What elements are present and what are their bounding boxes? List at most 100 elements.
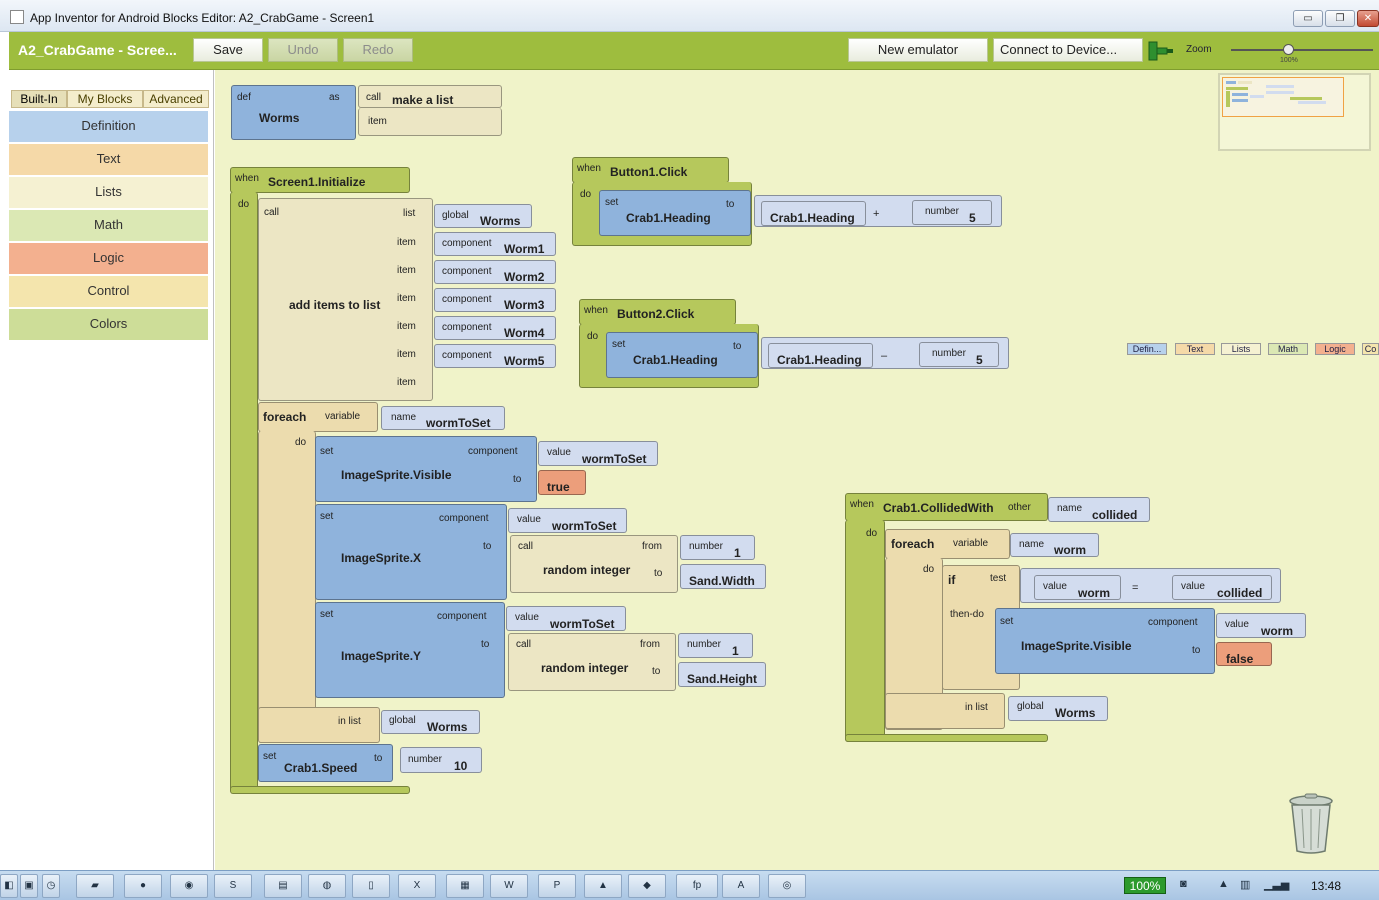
legend-item: Math [1268, 343, 1308, 355]
drawer-lists[interactable]: Lists [9, 177, 208, 209]
battery-indicator[interactable]: 100% [1124, 877, 1166, 894]
screen-initialize-block[interactable]: when Screen1.Initialize [230, 167, 410, 193]
signal-icon[interactable]: ▁▃▅ [1264, 878, 1289, 891]
random-integer-y-block[interactable]: call from to random integer [508, 633, 676, 691]
trash-can-icon[interactable] [1286, 793, 1336, 855]
name-wormtoset-block[interactable]: name wormToSet [381, 406, 505, 430]
component-worm3-block[interactable]: component Worm3 [434, 288, 556, 312]
workspace-minimap[interactable] [1218, 73, 1371, 151]
app-icon[interactable]: ◎ [768, 874, 806, 898]
excel-icon[interactable]: X [398, 874, 436, 898]
set-crab-speed-block[interactable]: set to Crab1.Speed [258, 744, 393, 782]
set-keyword: set [320, 446, 334, 457]
calculator-icon[interactable]: ▦ [446, 874, 484, 898]
drawer-math[interactable]: Math [9, 210, 208, 242]
set-sprite-visible-block[interactable]: set component to ImageSprite.Visible [315, 436, 537, 502]
set-crab-heading-block[interactable]: set to Crab1.Heading [599, 190, 751, 236]
word-icon[interactable]: W [490, 874, 528, 898]
set-sprite-visible-block[interactable]: set component to ImageSprite.Visible [995, 608, 1215, 674]
global-worms-block[interactable]: global Worms [381, 710, 480, 734]
fp-app-icon[interactable]: fp [676, 874, 718, 898]
network-monitor-icon[interactable]: ▤ [264, 874, 302, 898]
zoom-slider-knob[interactable] [1283, 44, 1294, 55]
editor-toolbar: A2_CrabGame - Scree... Save Undo Redo Ne… [9, 32, 1379, 70]
number-5-block[interactable]: number 5 [912, 200, 992, 225]
tab-built-in[interactable]: Built-In [11, 90, 67, 108]
crab-heading-getter[interactable]: Crab1.Heading [768, 343, 873, 368]
number-1-block[interactable]: number 1 [680, 535, 755, 560]
value-worm-block[interactable]: value worm [1034, 575, 1121, 600]
value-worm-block[interactable]: value worm [1216, 613, 1306, 638]
component-worm1-block[interactable]: component Worm1 [434, 232, 556, 256]
usb-icon[interactable]: ▥ [1240, 878, 1250, 891]
component-worm4-block[interactable]: component Worm4 [434, 316, 556, 340]
undo-button[interactable]: Undo [268, 38, 338, 62]
skype-icon[interactable]: S [214, 874, 252, 898]
zoom-slider[interactable] [1231, 49, 1373, 51]
equals-operator: = [1132, 582, 1139, 594]
global-worms-block[interactable]: global Worms [434, 204, 532, 228]
set-sprite-x-block[interactable]: set component to ImageSprite.X [315, 504, 507, 600]
zoom-percent: 100% [1280, 57, 1298, 64]
maximize-button[interactable]: ❐ [1325, 10, 1355, 27]
clock-app-icon[interactable]: ◷ [42, 874, 60, 898]
start-button[interactable]: ◧ [0, 874, 18, 898]
component-worm2-block[interactable]: component Worm2 [434, 260, 556, 284]
number-10-block[interactable]: number 10 [400, 747, 482, 773]
tab-advanced[interactable]: Advanced [143, 90, 209, 108]
new-emulator-button[interactable]: New emulator [848, 38, 988, 62]
component-worm5-block[interactable]: component Worm5 [434, 344, 556, 368]
false-block[interactable]: false [1216, 642, 1272, 666]
drawer-colors[interactable]: Colors [9, 309, 208, 341]
pdf-icon[interactable]: A [722, 874, 760, 898]
drawer-control[interactable]: Control [9, 276, 208, 308]
chrome-icon[interactable]: ◉ [170, 874, 208, 898]
number-1-block[interactable]: number 1 [678, 633, 753, 658]
add-items-to-list-block[interactable]: call list item item item item item item … [258, 198, 433, 401]
drawer-logic[interactable]: Logic [9, 243, 208, 275]
then-do-keyword: then-do [950, 609, 984, 620]
drawer-text[interactable]: Text [9, 144, 208, 176]
android-icon[interactable]: ◆ [628, 874, 666, 898]
global-keyword: global [442, 210, 469, 221]
value-wormtoset-block[interactable]: value wormToSet [538, 441, 658, 466]
foreach-worm-block[interactable]: foreach variable [885, 529, 1010, 559]
foreach-block[interactable]: foreach variable [258, 402, 378, 432]
name-collided-block[interactable]: name collided [1048, 497, 1150, 522]
set-sprite-y-block[interactable]: set component to ImageSprite.Y [315, 602, 505, 698]
make-a-list-block[interactable]: call make a list [358, 85, 502, 108]
drawer-definition[interactable]: Definition [9, 111, 208, 143]
button2-click-block[interactable]: when Button2.Click [579, 299, 736, 325]
value-wormtoset-block[interactable]: value wormToSet [506, 606, 626, 631]
blocks-editor-icon[interactable]: ▲ [584, 874, 622, 898]
value-collided-block[interactable]: value collided [1172, 575, 1272, 600]
power-icon[interactable]: ◙ [1180, 878, 1187, 890]
name-worm-block[interactable]: name worm [1010, 533, 1099, 557]
close-button[interactable]: ✕ [1357, 10, 1379, 27]
button1-click-block[interactable]: when Button1.Click [572, 157, 729, 183]
set-crab-heading-block[interactable]: set to Crab1.Heading [606, 332, 758, 378]
powerpoint-icon[interactable]: P [538, 874, 576, 898]
connect-device-dropdown[interactable]: Connect to Device... [993, 38, 1143, 62]
tab-my-blocks[interactable]: My Blocks [67, 90, 143, 108]
folder-icon[interactable]: ▰ [76, 874, 114, 898]
notepad-icon[interactable]: ▯ [352, 874, 390, 898]
firefox-icon[interactable]: ● [124, 874, 162, 898]
to-keyword: to [654, 568, 663, 579]
number-5-block[interactable]: number 5 [919, 342, 999, 367]
sand-height-block[interactable]: Sand.Height [678, 662, 766, 687]
sand-width-block[interactable]: Sand.Width [680, 564, 766, 589]
globe-icon[interactable]: ◍ [308, 874, 346, 898]
value-wormtoset-block[interactable]: value wormToSet [508, 508, 627, 533]
random-integer-x-block[interactable]: call from to random integer [510, 535, 678, 593]
crab-heading-getter[interactable]: Crab1.Heading [761, 201, 866, 226]
global-worms-block[interactable]: global Worms [1008, 696, 1108, 721]
redo-button[interactable]: Redo [343, 38, 413, 62]
show-hidden-icons[interactable]: ▲ [1218, 878, 1229, 890]
minimize-button[interactable]: ▭ [1293, 10, 1323, 27]
show-desktop-icon[interactable]: ▣ [20, 874, 38, 898]
save-button[interactable]: Save [193, 38, 263, 62]
def-worms-block[interactable]: def as Worms [231, 85, 356, 140]
true-block[interactable]: true [538, 470, 586, 495]
crab-collided-block[interactable]: when Crab1.CollidedWith other [845, 493, 1048, 521]
